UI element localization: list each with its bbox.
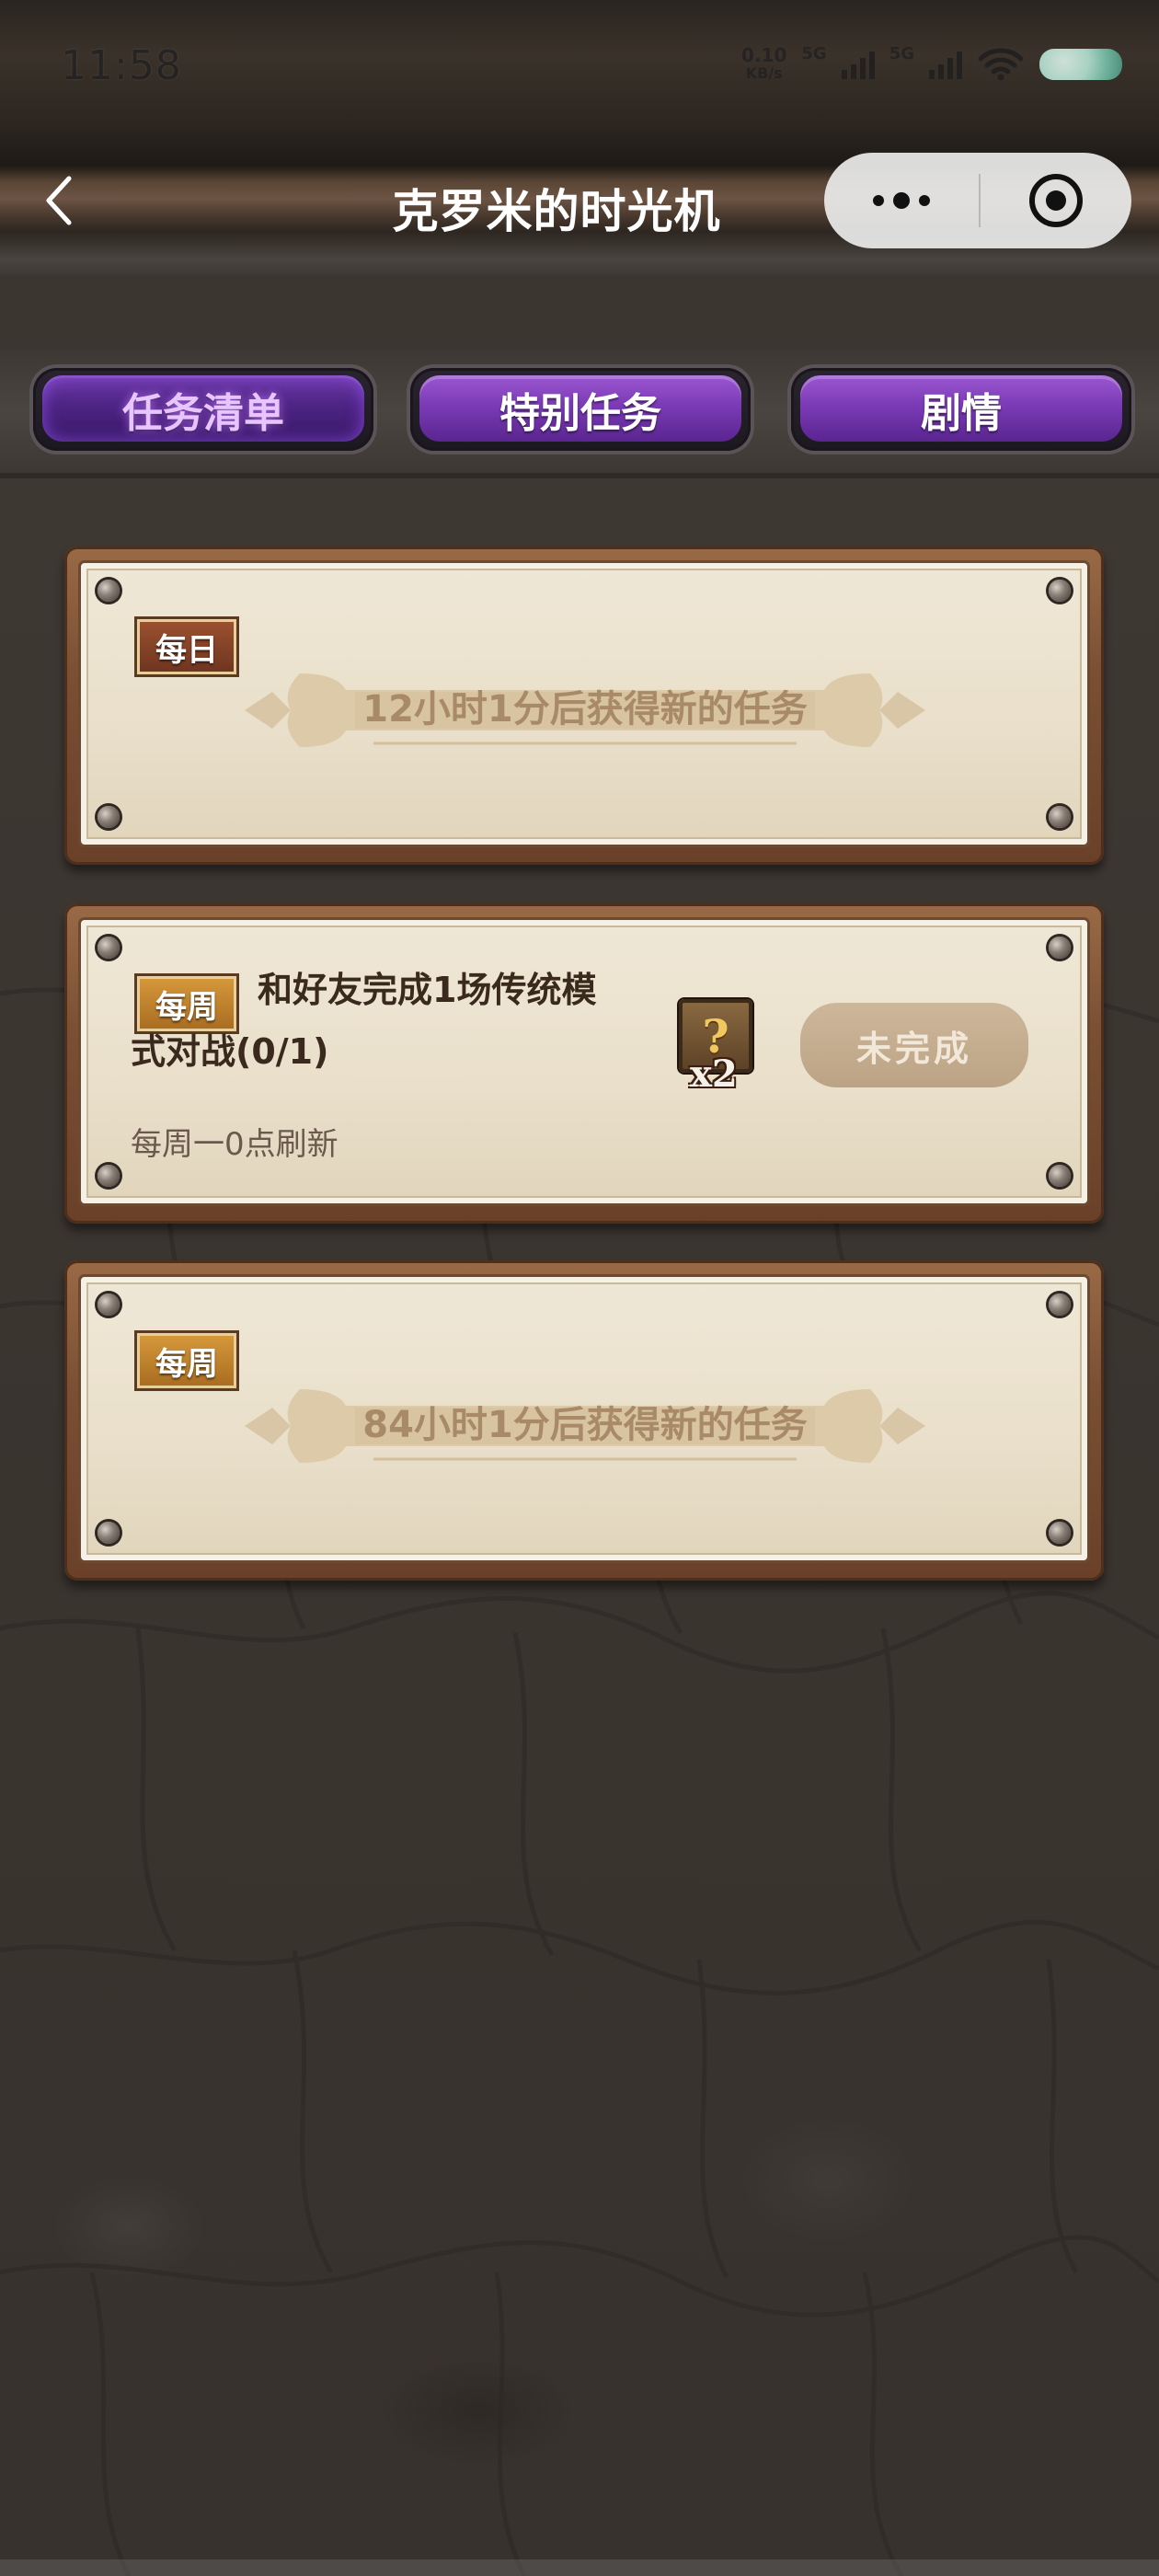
close-miniprogram-button[interactable]: [981, 171, 1131, 230]
weekly-task-card: 每周 和好友完成1场传统模 式对战(0/1) 每周一0点刷新 ? x2 未完成: [64, 903, 1104, 1224]
more-dot-icon: [919, 195, 930, 206]
weekly-countdown-card: 每周 84小时1分后获得新的任务: [64, 1260, 1104, 1581]
tab-story[interactable]: 剧情: [791, 368, 1131, 451]
miniprogram-capsule: [824, 153, 1131, 248]
wifi-icon: [978, 48, 1024, 81]
net-speed-value: 0.10: [741, 44, 787, 66]
signal-label-2: 5G: [889, 43, 914, 63]
battery-icon: [1039, 49, 1122, 80]
more-button[interactable]: [824, 192, 979, 209]
tab-label: 任务清单: [122, 390, 284, 437]
reward-count: x2: [690, 1052, 738, 1096]
rivet: [1049, 937, 1071, 959]
tab-special-tasks[interactable]: 特别任务: [410, 368, 751, 451]
more-dot-icon: [893, 192, 910, 209]
rivet: [98, 1294, 120, 1316]
rivet: [1049, 806, 1071, 828]
tab-label: 特别任务: [499, 390, 661, 437]
task-refresh-note: 每周一0点刷新: [131, 1126, 339, 1163]
rivet: [1049, 580, 1071, 602]
task-status-button[interactable]: 未完成: [800, 1003, 1028, 1087]
target-icon: [1029, 174, 1083, 227]
tab-label: 剧情: [921, 390, 1002, 437]
reward-item[interactable]: ? x2: [679, 999, 756, 1096]
rivet: [98, 580, 120, 602]
daily-task-card: 每日 12小时1分后获得新的任务: [64, 546, 1104, 865]
next-task-countdown: 12小时1分后获得新的任务: [362, 688, 808, 730]
rivet: [98, 806, 120, 828]
next-task-countdown: 84小时1分后获得新的任务: [362, 1404, 808, 1446]
signal-bars-icon: [841, 50, 875, 79]
task-title-line2: 式对战(0/1): [131, 1031, 329, 1072]
weekly-tag: 每周: [134, 1330, 239, 1391]
ornate-banner: 84小时1分后获得新的任务: [245, 1371, 925, 1481]
rivet: [1049, 1522, 1071, 1544]
daily-tag: 每日: [134, 616, 239, 677]
status-icons: 0.10 KB/s 5G 5G: [741, 43, 1122, 83]
tab-task-list[interactable]: 任务清单: [33, 368, 373, 451]
rivet: [1049, 1165, 1071, 1187]
more-dot-icon: [873, 195, 884, 206]
rivet: [98, 1165, 120, 1187]
rivet: [98, 1522, 120, 1544]
signal-label-1: 5G: [801, 43, 827, 63]
net-speed: 0.10 KB/s: [741, 46, 786, 83]
ornate-banner: 12小时1分后获得新的任务: [245, 655, 925, 765]
net-speed-unit: KB/s: [745, 64, 783, 82]
rivet: [98, 937, 120, 959]
task-title-line1: 和好友完成1场传统模: [258, 970, 597, 1010]
signal-bars-icon-2: [929, 50, 962, 79]
rivet: [1049, 1294, 1071, 1316]
status-time: 11:58: [61, 42, 182, 89]
home-indicator: [0, 2559, 1159, 2576]
